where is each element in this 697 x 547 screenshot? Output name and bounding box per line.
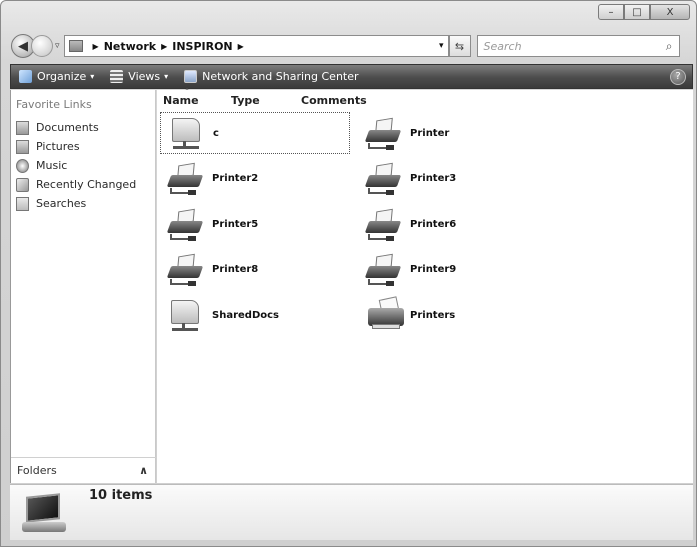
printer-icon <box>364 116 402 150</box>
folders-label: Folders <box>17 464 57 477</box>
network-sharing-center-button[interactable]: Network and Sharing Center <box>176 65 366 88</box>
column-header-name[interactable]: Name <box>157 94 225 107</box>
item-label: Printer2 <box>212 172 259 184</box>
item-label: SharedDocs <box>212 309 279 321</box>
list-item[interactable]: Printer2 <box>160 157 350 199</box>
navigation-pane: Favorite Links Documents Pictures Music … <box>10 90 156 483</box>
shared-folder-icon <box>169 116 205 150</box>
command-toolbar: Organize ▾ Views ▾ Network and Sharing C… <box>10 64 693 89</box>
shared-folder-icon <box>168 298 204 332</box>
item-count: 10 items <box>89 488 153 503</box>
list-item[interactable]: Printer3 <box>358 157 548 199</box>
printer-icon <box>166 207 204 241</box>
item-label: c <box>213 127 219 139</box>
chevron-down-icon: ▾ <box>90 72 95 81</box>
sidebar-item-searches[interactable]: Searches <box>16 194 136 213</box>
printers-folder-icon <box>366 296 404 332</box>
list-item[interactable]: SharedDocs <box>160 294 350 336</box>
favorite-links-heading: Favorite Links <box>16 98 92 111</box>
help-button[interactable]: ? <box>670 68 686 85</box>
forward-button[interactable] <box>31 35 53 57</box>
address-bar[interactable]: ▶ Network ▶ INSPIRON ▶ ▾ <box>63 35 449 57</box>
column-header-comments[interactable]: Comments <box>295 94 367 107</box>
column-header-type[interactable]: Type <box>225 94 295 107</box>
sort-indicator-icon: ˆ <box>185 88 189 97</box>
sidebar-item-music[interactable]: Music <box>16 156 136 175</box>
close-button[interactable]: X <box>650 4 690 20</box>
breadcrumb-separator-icon[interactable]: ▶ <box>238 42 244 51</box>
sidebar-item-pictures[interactable]: Pictures <box>16 137 136 156</box>
list-item[interactable]: Printer6 <box>358 203 548 245</box>
file-list-pane: ˆ Name Type Comments c Printer Printer2 … <box>157 88 693 483</box>
maximize-button[interactable]: □ <box>624 4 650 20</box>
documents-icon <box>16 120 29 135</box>
views-icon <box>110 70 124 83</box>
pictures-icon <box>16 139 29 154</box>
printer-icon <box>364 252 402 286</box>
details-pane: 10 items <box>10 484 693 540</box>
sidebar-item-recently-changed[interactable]: Recently Changed <box>16 175 136 194</box>
list-item[interactable]: Printer8 <box>160 248 350 290</box>
computer-icon <box>22 493 66 535</box>
sidebar-item-label: Recently Changed <box>36 178 137 191</box>
searches-icon <box>16 196 29 211</box>
folders-toggle[interactable]: Folders ∧ <box>11 457 156 483</box>
favorite-links-list: Documents Pictures Music Recently Change… <box>16 118 136 213</box>
item-label: Printer <box>410 127 450 139</box>
search-placeholder: Search <box>483 39 522 53</box>
network-location-icon <box>68 40 83 52</box>
minimize-button[interactable]: – <box>598 4 624 20</box>
list-item[interactable]: c <box>160 112 350 154</box>
breadcrumb-separator-icon[interactable]: ▶ <box>93 42 99 51</box>
breadcrumb-separator-icon[interactable]: ▶ <box>161 42 167 51</box>
list-item[interactable]: Printer9 <box>358 248 548 290</box>
music-icon <box>16 158 29 173</box>
organize-button[interactable]: Organize ▾ <box>11 65 102 88</box>
list-item[interactable]: Printer <box>358 112 548 154</box>
sidebar-item-label: Documents <box>36 121 99 134</box>
refresh-icon: ⇆ <box>454 39 465 53</box>
back-arrow-icon: ◀ <box>18 38 28 54</box>
organize-label: Organize <box>37 70 87 83</box>
caption-buttons: – □ X <box>598 4 690 20</box>
printer-icon <box>166 161 204 195</box>
organize-icon <box>19 70 32 83</box>
network-icon <box>184 70 198 83</box>
refresh-button[interactable]: ⇆ <box>448 35 471 57</box>
views-label: Views <box>128 70 161 83</box>
chevron-down-icon: ▾ <box>164 72 169 81</box>
address-row: ◀ ▿ ▶ Network ▶ INSPIRON ▶ ▾ ⇆ Search ⌕ <box>11 34 693 58</box>
breadcrumb-network[interactable]: Network <box>104 40 156 53</box>
chevron-up-icon: ∧ <box>139 464 148 477</box>
recently-changed-icon <box>16 177 29 192</box>
sidebar-item-label: Pictures <box>36 140 80 153</box>
item-label: Printers <box>410 309 456 321</box>
column-headers: ˆ Name Type Comments <box>157 88 367 110</box>
item-label: Printer6 <box>410 218 457 230</box>
sidebar-item-label: Music <box>36 159 68 172</box>
address-dropdown-icon[interactable]: ▾ <box>439 41 444 51</box>
sidebar-item-documents[interactable]: Documents <box>16 118 136 137</box>
list-item[interactable]: Printer5 <box>160 203 350 245</box>
item-label: Printer9 <box>410 263 457 275</box>
item-label: Printer5 <box>212 218 259 230</box>
item-label: Printer8 <box>212 263 259 275</box>
list-item[interactable]: Printers <box>358 294 548 336</box>
views-button[interactable]: Views ▾ <box>102 65 176 88</box>
breadcrumb-inspiron[interactable]: INSPIRON <box>172 40 232 53</box>
explorer-window: – □ X ◀ ▿ ▶ Network ▶ INSPIRON ▶ ▾ ⇆ Sea… <box>0 0 697 547</box>
printer-icon <box>364 161 402 195</box>
printer-icon <box>166 252 204 286</box>
search-input[interactable]: Search ⌕ <box>476 35 680 57</box>
help-icon: ? <box>675 71 681 82</box>
item-label: Printer3 <box>410 172 457 184</box>
printer-icon <box>364 207 402 241</box>
search-icon[interactable]: ⌕ <box>666 39 673 54</box>
sidebar-item-label: Searches <box>36 197 87 210</box>
recent-pages-caret-icon[interactable]: ▿ <box>55 41 60 51</box>
network-center-label: Network and Sharing Center <box>202 70 359 83</box>
